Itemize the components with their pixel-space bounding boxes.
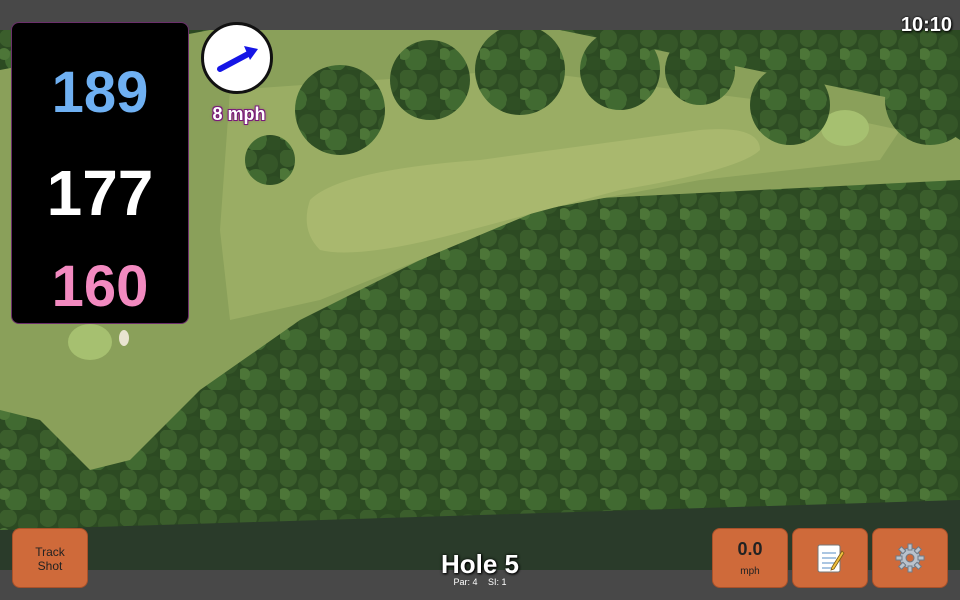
settings-button[interactable] [872, 528, 948, 588]
notepad-icon [817, 544, 845, 573]
back-distance: 189 [51, 60, 149, 125]
track-shot-button[interactable]: Track Shot [12, 528, 88, 588]
track-shot-label-line1: Track [35, 545, 65, 559]
wind-speed-button[interactable]: 0.0 mph [712, 528, 788, 588]
hole-info: Par: 4 SI: 1 [380, 577, 580, 587]
gear-icon [895, 543, 925, 573]
arrow-right-icon [217, 46, 258, 72]
hole-title: Hole 5 [440, 549, 520, 579]
wind-speed-label: 8 mph [212, 104, 266, 124]
hole-stroke-index: SI: 1 [488, 577, 507, 587]
wind-speed-value: 0.0 [737, 539, 763, 559]
distance-panel: 189 177 160 [11, 22, 189, 324]
middle-distance: 177 [46, 157, 154, 229]
front-distance: 160 [51, 254, 149, 319]
clock: 10:10 [900, 14, 952, 36]
hole-par: Par: 4 [453, 577, 478, 587]
track-shot-label-line2: Shot [37, 559, 63, 573]
wind-speed-unit: mph [740, 566, 760, 577]
notes-button[interactable] [792, 528, 868, 588]
wind-direction-indicator [201, 22, 273, 94]
